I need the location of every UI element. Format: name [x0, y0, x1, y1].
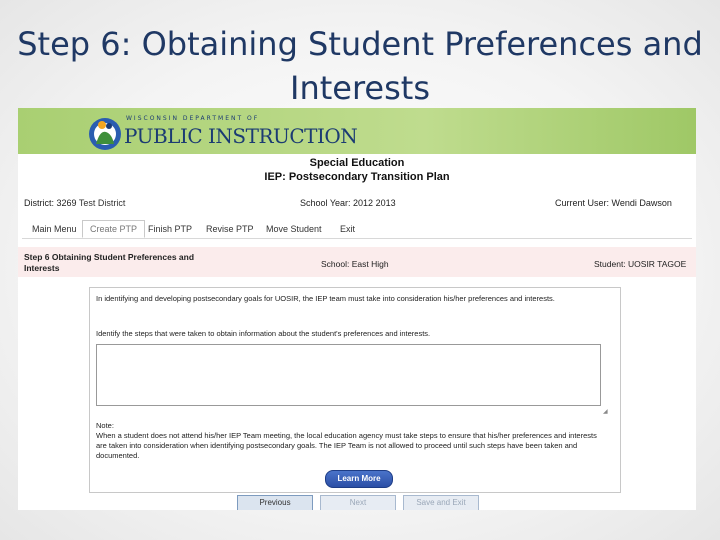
- tab-revise-ptp[interactable]: Revise PTP: [198, 220, 262, 238]
- step-title-line2: Interests: [24, 263, 60, 273]
- header-subtitle: IEP: Postsecondary Transition Plan: [264, 171, 450, 183]
- slide-title: Step 6: Obtaining Student Preferences an…: [17, 25, 703, 107]
- prompt-text: Identify the steps that were taken to ob…: [96, 329, 431, 338]
- main-tabs: Main Menu Create PTP Finish PTP Revise P…: [22, 218, 692, 239]
- current-user: Current User: Wendi Dawson: [555, 198, 672, 208]
- school-year: School Year: 2012 2013: [300, 198, 396, 208]
- header-title: Special Education: [309, 157, 405, 169]
- school-name: School: East High: [321, 259, 389, 269]
- logo-top-text: WISCONSIN DEPARTMENT OF: [126, 115, 260, 122]
- dpi-logo-icon: [89, 118, 121, 150]
- district-code: 3269: [56, 198, 77, 208]
- student-name: Student: UOSIR TAGOE: [594, 259, 687, 269]
- next-button[interactable]: Next: [320, 495, 396, 510]
- note-text: When a student does not attend his/her I…: [96, 431, 597, 460]
- tab-move-student[interactable]: Move Student: [258, 220, 330, 238]
- save-and-exit-button[interactable]: Save and Exit: [403, 495, 479, 510]
- previous-button[interactable]: Previous: [237, 495, 313, 510]
- preferences-textarea[interactable]: [96, 344, 601, 406]
- tab-exit[interactable]: Exit: [332, 220, 363, 238]
- district-name: Test District: [78, 198, 126, 208]
- note-label: Note:: [96, 421, 114, 430]
- tab-create-ptp[interactable]: Create PTP: [82, 220, 146, 238]
- district-label: District:: [24, 198, 54, 208]
- tab-finish-ptp[interactable]: Finish PTP: [140, 220, 200, 238]
- district-info: District: 3269 Test District: [24, 198, 125, 208]
- resize-grip-icon[interactable]: ◢: [603, 408, 608, 415]
- tab-main-menu[interactable]: Main Menu: [24, 220, 85, 238]
- step-header-bar: Step 6 Obtaining Student Preferences and…: [18, 247, 696, 277]
- application-screenshot: WISCONSIN DEPARTMENT OF PUBLIC INSTRUCTI…: [18, 108, 696, 510]
- intro-text: In identifying and developing postsecond…: [96, 294, 555, 303]
- header-banner: WISCONSIN DEPARTMENT OF PUBLIC INSTRUCTI…: [18, 108, 696, 154]
- step-content-panel: In identifying and developing postsecond…: [89, 287, 621, 493]
- logo-main-text: PUBLIC INSTRUCTION: [124, 124, 358, 148]
- dpi-logo: WISCONSIN DEPARTMENT OF PUBLIC INSTRUCTI…: [86, 112, 358, 152]
- step-title: Step 6 Obtaining Student Preferences and: [24, 252, 195, 262]
- learn-more-button[interactable]: Learn More: [325, 470, 393, 488]
